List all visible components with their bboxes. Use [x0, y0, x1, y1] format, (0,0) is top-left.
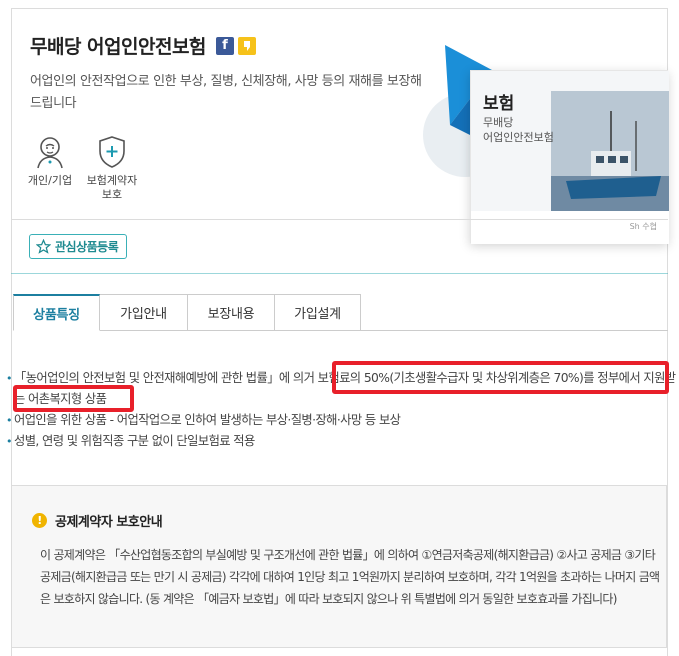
notice-title: 공제계약자 보호안내 — [55, 515, 163, 530]
product-card: 보험 무배당 어업인안전보험 Sh 수협 — [470, 70, 669, 244]
page-title: 무배당 어업인안전보험 — [30, 36, 206, 58]
product-description: 어업인의 안전작업으로 인한 부상, 질병, 신체장해, 사망 등의 재해를 보… — [30, 74, 422, 111]
suhyup-logo: Sh 수협 — [629, 222, 657, 231]
exclamation-icon: ! — [32, 513, 47, 528]
tab-underline — [100, 330, 668, 331]
card-subtitle-line1: 무배당 — [483, 116, 514, 129]
divider — [11, 219, 668, 220]
feature-label-protection: 보험계약자 보호 — [86, 174, 138, 201]
share-buttons: f — [215, 36, 256, 55]
facebook-icon[interactable]: f — [215, 36, 234, 55]
list-item: 어업인을 위한 상품 - 어업작업으로 인하여 발생하는 부상·질병·장해·사망… — [6, 410, 676, 431]
product-image: 보험 무배당 어업인안전보험 Sh 수협 — [420, 40, 670, 244]
shield-plus-icon — [96, 135, 128, 169]
feature-label-individual: 개인/기업 — [27, 174, 73, 187]
protection-notice: ! 공제계약자 보호안내 이 공제계약은 「수산업협동조합의 부실예방 및 구조… — [11, 485, 667, 648]
star-icon — [36, 239, 51, 254]
tab-enrollment-guide[interactable]: 가입안내 — [100, 294, 188, 331]
divider — [11, 273, 668, 274]
feature-individual: 개인/기업 — [20, 135, 80, 188]
tab-coverage[interactable]: 보장내용 — [188, 294, 275, 331]
list-item: 성별, 연령 및 위험직종 구분 없이 단일보험료 적용 — [6, 431, 676, 452]
card-subtitle-line2: 어업인안전보험 — [483, 131, 554, 144]
notice-heading: ! 공제계약자 보호안내 — [32, 511, 163, 530]
tab-enrollment-design[interactable]: 가입설계 — [275, 294, 361, 331]
notice-body: 이 공제계약은 「수산업협동조합의 부실예방 및 구조개선에 관한 법률」에 의… — [40, 548, 660, 606]
tab-bar: 상품특징 가입안내 보장내용 가입설계 — [13, 294, 361, 331]
card-subtitle: 무배당 어업인안전보험 — [483, 115, 554, 145]
highlight-box — [332, 361, 669, 394]
wishlist-label: 관심상품등록 — [55, 240, 119, 254]
title-row: 무배당 어업인안전보험 f — [30, 32, 256, 59]
kakaostory-icon[interactable] — [237, 36, 256, 55]
card-title: 보험 — [483, 94, 515, 114]
feature-protection: 보험계약자 보호 — [82, 135, 142, 202]
highlight-box — [13, 385, 134, 412]
add-to-wishlist-button[interactable]: 관심상품등록 — [29, 234, 128, 259]
tab-features[interactable]: 상품특징 — [13, 294, 100, 331]
person-icon — [34, 135, 66, 169]
